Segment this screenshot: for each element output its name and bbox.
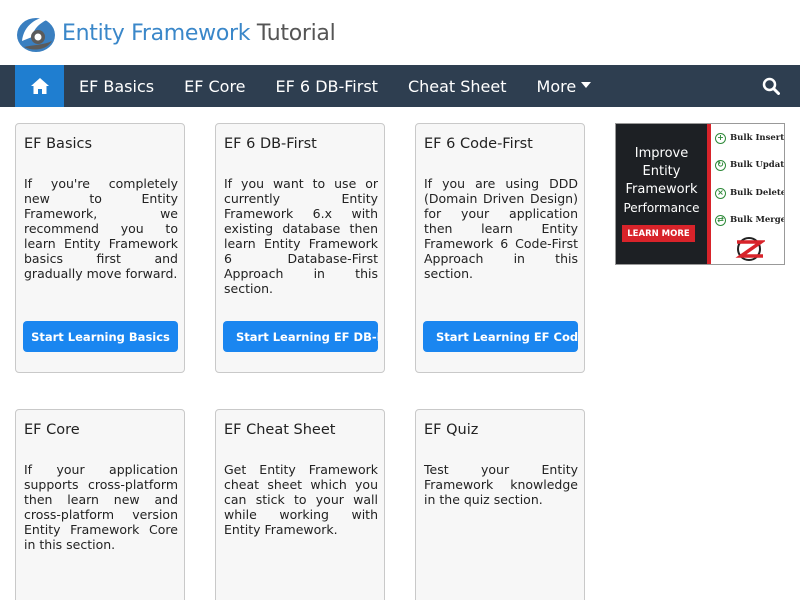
card-description: If your application supports cross-platf… xyxy=(24,462,178,552)
site-header: Entity Framework Tutorial xyxy=(0,0,800,65)
refresh-icon: ↻ xyxy=(715,159,726,171)
card-title: EF 6 Code-First xyxy=(424,136,533,152)
ad-feature-item: × Bulk Delete xyxy=(715,186,785,200)
card-ef-cheat-sheet: EF Cheat Sheet Get Entity Framework chea… xyxy=(215,409,385,600)
search-icon[interactable] xyxy=(762,77,780,95)
nav-home-button[interactable] xyxy=(15,65,64,107)
ad-left-panel: Improve Entity Framework Performance LEA… xyxy=(616,124,707,264)
card-description: Get Entity Framework cheat sheet which y… xyxy=(224,462,378,537)
ad-headline-1: Improve xyxy=(634,146,689,161)
card-description: If you are using DDD (Domain Driven Desi… xyxy=(424,176,578,281)
plus-icon: + xyxy=(715,132,726,144)
button-label: Start Learning EF Code-First xyxy=(436,329,578,344)
nav-ef-basics[interactable]: EF Basics xyxy=(64,65,169,107)
ad-feature-item: + Bulk Insert xyxy=(715,131,784,145)
card-title: EF Quiz xyxy=(424,422,479,438)
card-description: If you want to use or currently Entity F… xyxy=(224,176,378,296)
ad-learn-more-button[interactable]: LEARN MORE xyxy=(622,225,695,242)
start-learning-code-first-button[interactable]: Start Learning EF Code-First xyxy=(423,321,578,352)
nav-more-dropdown[interactable]: More xyxy=(522,65,607,107)
card-description: If you're completely new to Entity Frame… xyxy=(24,176,178,281)
ad-feature-label: Bulk Delete xyxy=(730,188,785,198)
card-ef6-db-first: EF 6 DB-First If you want to use or curr… xyxy=(215,123,385,373)
card-title: EF Core xyxy=(24,422,80,438)
card-title: EF 6 DB-First xyxy=(224,136,317,152)
ad-features: + Bulk Insert ↻ Bulk Update × Bulk Delet… xyxy=(711,124,784,264)
merge-icon: ⇄ xyxy=(715,214,726,226)
start-learning-db-first-button[interactable]: Start Learning EF DB-First xyxy=(223,321,378,352)
site-logo[interactable]: Entity Framework Tutorial xyxy=(14,10,336,56)
card-ef6-code-first: EF 6 Code-First If you are using DDD (Do… xyxy=(415,123,585,373)
card-title: EF Basics xyxy=(24,136,93,152)
logo-text: Entity Framework Tutorial xyxy=(62,20,336,46)
caret-down-icon xyxy=(581,82,592,88)
ad-feature-item: ⇄ Bulk Merge xyxy=(715,213,785,227)
card-description: Test your Entity Framework knowledge in … xyxy=(424,462,578,507)
button-label: Start Learning EF DB-First xyxy=(236,329,378,344)
ad-feature-label: Bulk Merge xyxy=(730,215,785,225)
button-label: Start Learning Basics xyxy=(31,329,170,344)
logo-text-suffix: Tutorial xyxy=(256,20,336,46)
home-icon xyxy=(30,78,49,94)
start-learning-basics-button[interactable]: Start Learning Basics xyxy=(23,321,178,352)
nav-cheat-sheet[interactable]: Cheat Sheet xyxy=(393,65,522,107)
logo-icon xyxy=(17,16,55,52)
x-icon: × xyxy=(715,187,726,199)
ad-headline-3: Framework xyxy=(625,182,698,197)
ad-feature-item: ↻ Bulk Update xyxy=(715,158,785,172)
nav-more-label: More xyxy=(536,76,577,96)
card-ef-quiz: EF Quiz Test your Entity Framework knowl… xyxy=(415,409,585,600)
nav-ef6-db-first[interactable]: EF 6 DB-First xyxy=(261,65,393,107)
zzz-projects-logo-icon xyxy=(735,237,765,261)
ad-banner[interactable]: Improve Entity Framework Performance LEA… xyxy=(615,123,785,265)
logo-text-brand: Entity Framework xyxy=(62,20,251,46)
card-ef-core: EF Core If your application supports cro… xyxy=(15,409,185,600)
ad-headline-2: Entity xyxy=(642,164,681,179)
card-title: EF Cheat Sheet xyxy=(224,422,336,438)
nav-ef-core[interactable]: EF Core xyxy=(169,65,260,107)
ad-subline: Performance xyxy=(623,201,700,215)
ad-feature-label: Bulk Insert xyxy=(730,133,785,143)
card-ef-basics: EF Basics If you're completely new to En… xyxy=(15,123,185,373)
ad-feature-label: Bulk Update xyxy=(730,160,785,170)
main-navbar: EF Basics EF Core EF 6 DB-First Cheat Sh… xyxy=(0,65,800,107)
